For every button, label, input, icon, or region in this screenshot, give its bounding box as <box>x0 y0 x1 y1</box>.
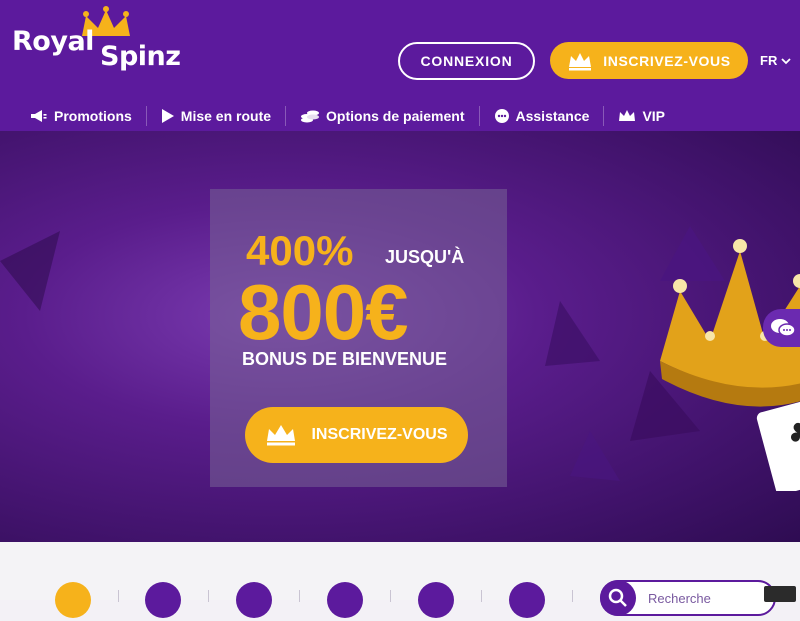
login-button-label: CONNEXION <box>420 53 513 69</box>
category-divider <box>572 590 573 602</box>
crown-icon <box>569 52 592 70</box>
category-divider <box>481 590 482 602</box>
category-divider <box>208 590 209 602</box>
nav-item-label: Options de paiement <box>326 107 465 124</box>
golden-crown-decoration: ♣ <box>660 239 800 491</box>
nav-item-payment-options[interactable]: Options de paiement <box>286 105 480 126</box>
signup-button[interactable]: INSCRIVEZ-VOUS <box>550 42 748 79</box>
search-icon[interactable] <box>600 580 636 616</box>
coins-icon <box>301 110 320 122</box>
category-new-games-icon[interactable] <box>145 582 181 618</box>
site-header: Royal Spinz CONNEXION INSCRIVEZ-VOUS FR … <box>0 0 800 131</box>
nav-item-label: VIP <box>642 107 666 124</box>
nav-item-label: Promotions <box>54 107 132 124</box>
chevron-down-icon <box>781 57 791 64</box>
crown-icon <box>619 109 636 121</box>
category-divider <box>390 590 391 602</box>
category-divider <box>299 590 300 602</box>
game-category-bar: Recherche <box>0 542 800 618</box>
nav-item-label: Assistance <box>515 107 590 124</box>
megaphone-icon <box>31 109 47 122</box>
nav-item-assistance[interactable]: Assistance <box>480 105 605 126</box>
hero-banner: ♣ 400% JUSQU'À 800€ BONUS DE BIENVENUE I… <box>0 131 800 542</box>
live-chat-button[interactable] <box>763 309 800 347</box>
category-top-games-icon[interactable] <box>55 582 91 618</box>
category-slots-icon[interactable] <box>236 582 272 618</box>
logo-text-royal: Royal <box>12 26 94 57</box>
category-live-casino-icon[interactable] <box>418 582 454 618</box>
welcome-bonus-panel: 400% JUSQU'À 800€ BONUS DE BIENVENUE INS… <box>210 189 507 487</box>
play-icon <box>161 108 174 123</box>
nav-item-promotions[interactable]: Promotions <box>0 105 147 126</box>
login-button[interactable]: CONNEXION <box>398 42 535 80</box>
category-divider <box>118 590 119 602</box>
signup-button-label: INSCRIVEZ-VOUS <box>603 52 731 69</box>
logo-text-spinz: Spinz <box>100 41 181 72</box>
search-placeholder: Recherche <box>648 591 711 606</box>
bonus-upto-text: JUSQU'À <box>385 247 465 267</box>
category-table-games-icon[interactable] <box>327 582 363 618</box>
crown-icon <box>267 425 296 446</box>
hero-signup-button[interactable]: INSCRIVEZ-VOUS <box>245 407 468 463</box>
nav-item-vip[interactable]: VIP <box>604 106 679 126</box>
language-label: FR <box>760 53 778 68</box>
hero-signup-button-label: INSCRIVEZ-VOUS <box>311 426 448 443</box>
game-search-field[interactable]: Recherche <box>600 580 776 616</box>
language-selector[interactable]: FR <box>760 53 791 68</box>
main-nav: Promotions Mise en route Options de paie… <box>0 100 800 131</box>
chat-icon <box>771 319 796 337</box>
bonus-subtitle: BONUS DE BIENVENUE <box>242 349 448 369</box>
nav-item-mise-en-route[interactable]: Mise en route <box>147 105 287 126</box>
chat-bubble-icon <box>494 108 509 123</box>
bonus-amount: 800€ <box>238 268 409 356</box>
royal-spinz-logo[interactable]: Royal Spinz <box>12 6 182 76</box>
nav-item-label: Mise en route <box>180 107 272 124</box>
category-other-games-icon[interactable] <box>509 582 545 618</box>
